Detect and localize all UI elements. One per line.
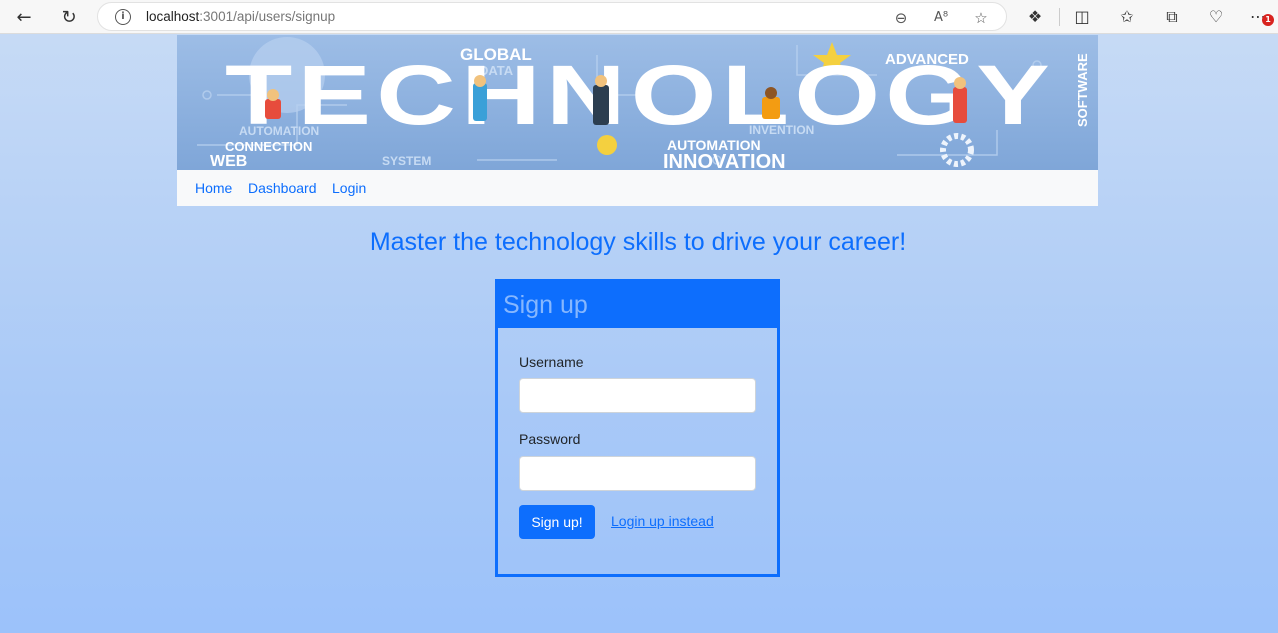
banner-word-web: WEB bbox=[210, 153, 247, 170]
collections-icon[interactable]: ⧉ bbox=[1161, 6, 1183, 28]
browser-essentials-icon[interactable]: ♡ bbox=[1205, 6, 1227, 28]
notification-badge: 1 bbox=[1262, 14, 1274, 26]
split-screen-icon[interactable]: ◫ bbox=[1071, 6, 1093, 28]
banner-word-software: SOFTWARE bbox=[1075, 53, 1090, 127]
zoom-out-icon[interactable]: ⊖ bbox=[891, 8, 911, 28]
favorites-icon[interactable]: ✩ bbox=[1116, 6, 1138, 28]
banner-word-automation-top: AUTOMATION bbox=[239, 124, 319, 138]
address-bar[interactable]: i localhost:3001/api/users/signup ⊖ A⁸ ☆ bbox=[97, 2, 1007, 31]
banner-illustration: GLOBAL DATA ADVANCED TECHNOLOGY AUTOMATI… bbox=[177, 35, 1098, 170]
signup-card-header: Sign up bbox=[498, 282, 777, 328]
banner-word-connection: CONNECTION bbox=[225, 139, 312, 154]
password-input[interactable] bbox=[519, 456, 756, 491]
signup-title: Sign up bbox=[503, 291, 588, 319]
banner-word-innovation: INNOVATION bbox=[663, 151, 786, 170]
read-aloud-icon[interactable]: A⁸ bbox=[931, 8, 951, 28]
banner-word-system: SYSTEM bbox=[382, 154, 431, 168]
signup-card: Sign up Username Password Sign up! Login… bbox=[495, 279, 780, 577]
info-icon[interactable]: i bbox=[115, 9, 131, 25]
signup-button[interactable]: Sign up! bbox=[519, 505, 595, 539]
site-navbar: Home Dashboard Login bbox=[177, 170, 1098, 206]
nav-link-home[interactable]: Home bbox=[195, 180, 232, 196]
page-headline: Master the technology skills to drive yo… bbox=[369, 228, 907, 256]
url-host: localhost bbox=[146, 9, 200, 24]
url-path: :3001/api/users/signup bbox=[199, 9, 336, 24]
refresh-icon[interactable]: ↻ bbox=[56, 4, 82, 30]
signup-form: Username Password Sign up! Login up inst… bbox=[498, 328, 777, 574]
technology-banner: GLOBAL DATA ADVANCED TECHNOLOGY AUTOMATI… bbox=[177, 35, 1098, 170]
username-input[interactable] bbox=[519, 378, 756, 413]
url-text[interactable]: localhost:3001/api/users/signup bbox=[146, 9, 335, 24]
password-label: Password bbox=[519, 431, 581, 447]
back-arrow-icon[interactable]: ← bbox=[11, 4, 37, 30]
favorite-star-icon[interactable]: ☆ bbox=[971, 8, 991, 28]
username-label: Username bbox=[519, 354, 584, 370]
toolbar-divider bbox=[1059, 8, 1060, 26]
extensions-icon[interactable]: ❖ bbox=[1024, 6, 1046, 28]
banner-word-technology: TECHNOLOGY bbox=[225, 48, 1055, 142]
nav-link-login[interactable]: Login bbox=[332, 180, 366, 196]
login-instead-link[interactable]: Login up instead bbox=[611, 513, 714, 529]
banner-word-invention: INVENTION bbox=[749, 123, 814, 137]
nav-link-dashboard[interactable]: Dashboard bbox=[248, 180, 317, 196]
browser-toolbar: ← ↻ i localhost:3001/api/users/signup ⊖ … bbox=[0, 0, 1278, 34]
